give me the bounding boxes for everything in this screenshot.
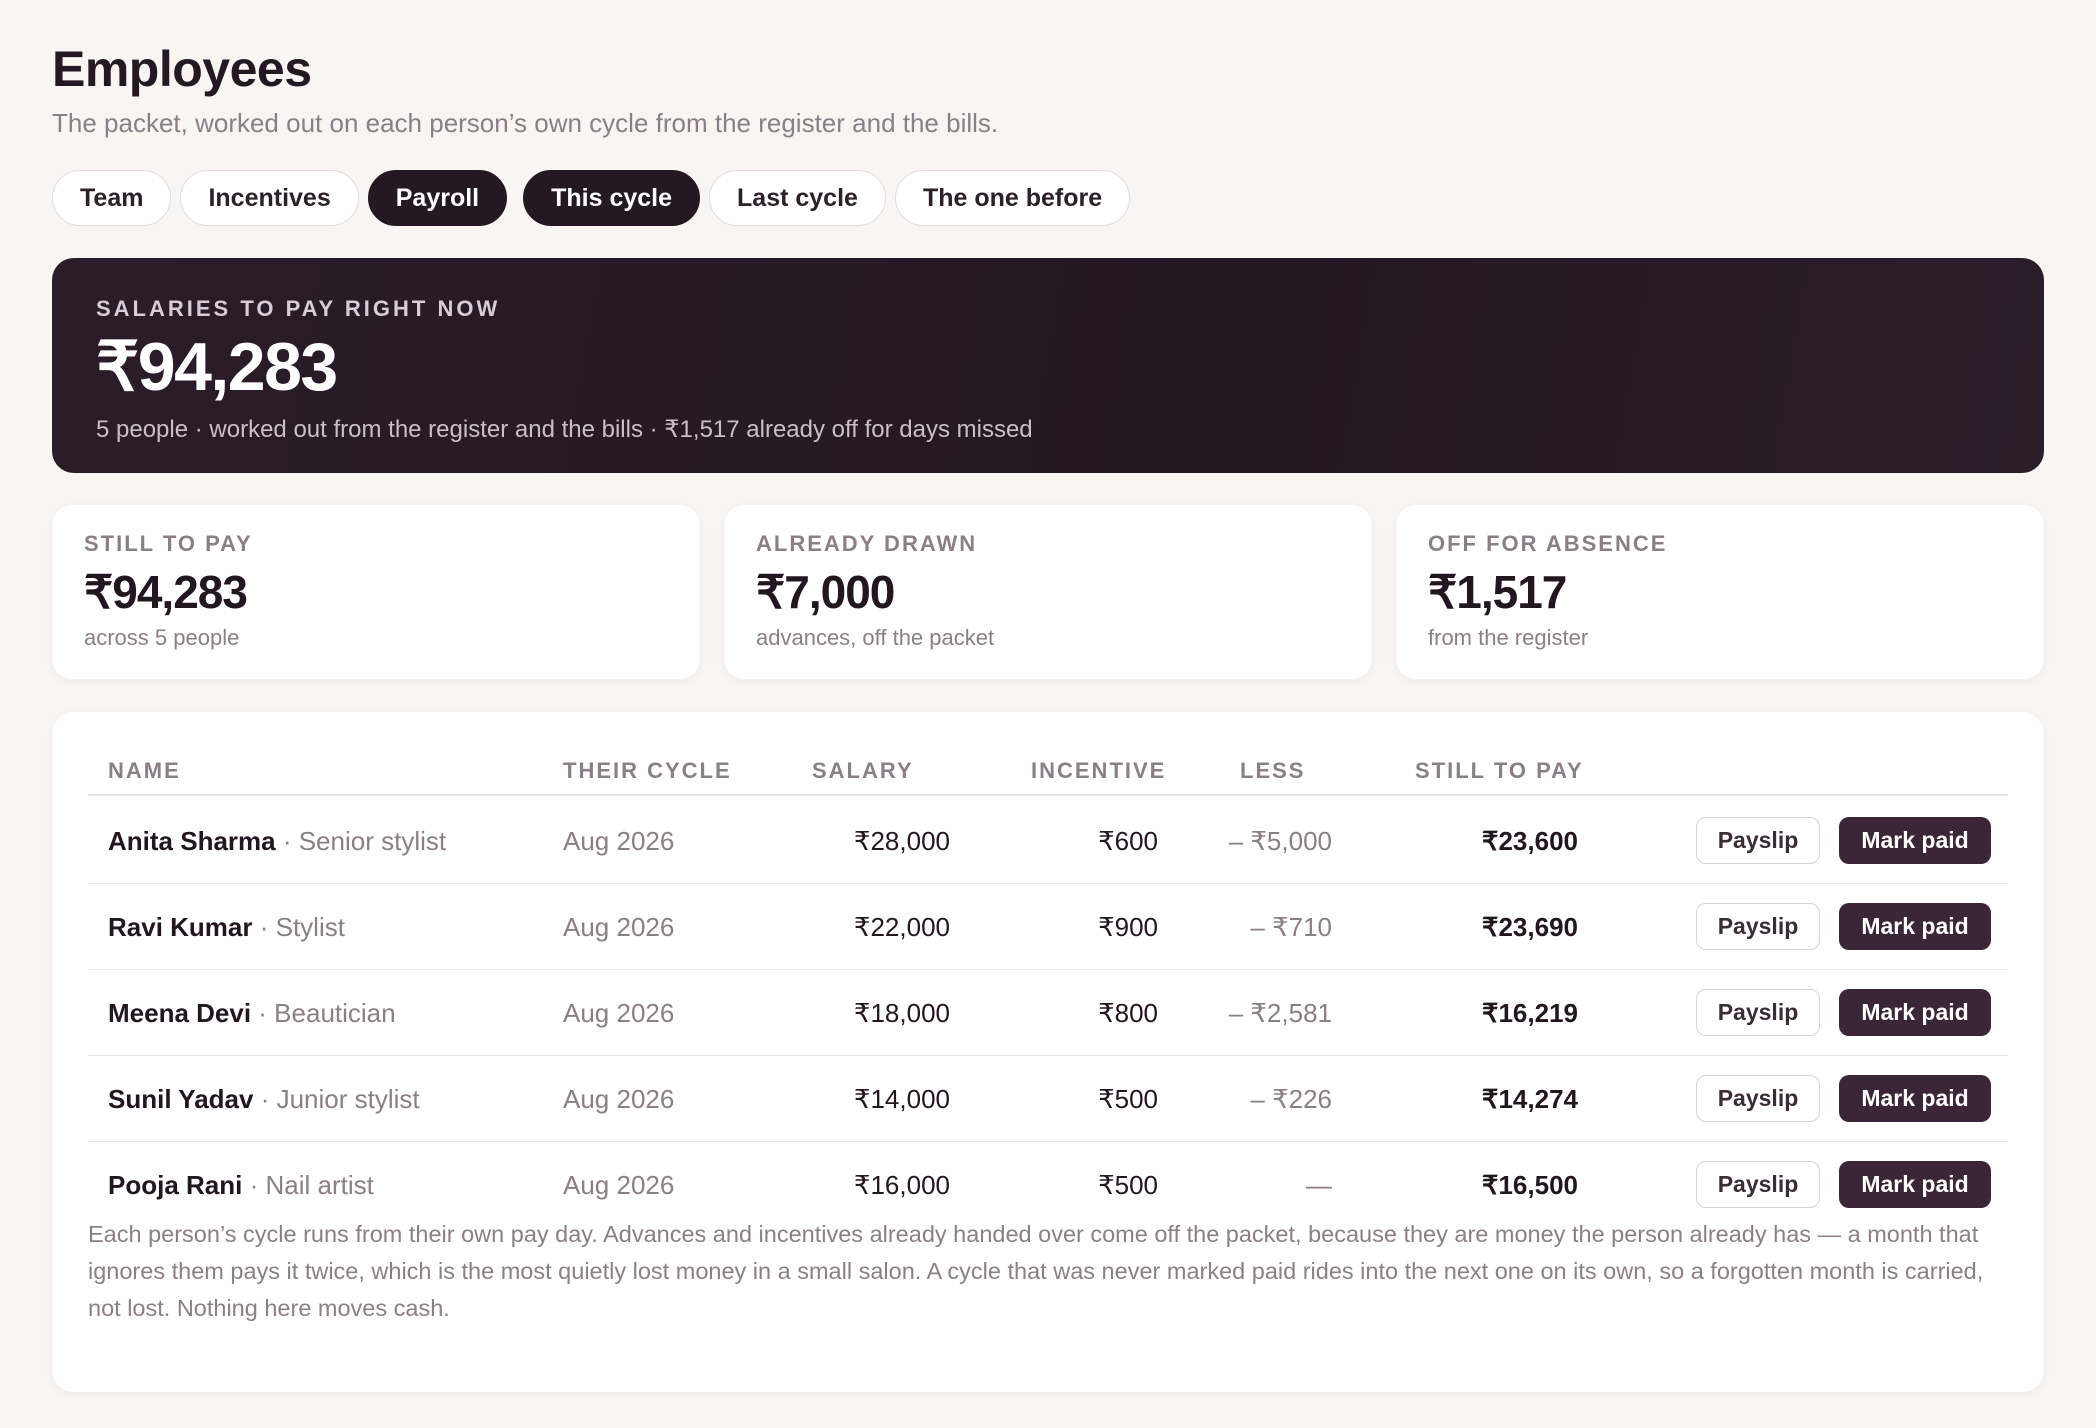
card-label: ALREADY DRAWN: [756, 531, 978, 556]
employee-salary: ₹14,000: [853, 1084, 950, 1114]
column-header-cycle: THEIR CYCLE: [563, 758, 732, 783]
card-label: OFF FOR ABSENCE: [1428, 531, 1668, 556]
employee-deduction: – ₹5,000: [1228, 826, 1332, 856]
off-for-absence-card: OFF FOR ABSENCE ₹1,517 from the register: [1396, 505, 2044, 679]
card-value: ₹7,000: [756, 566, 895, 618]
payroll-explanation-note: Each person’s cycle runs from their own …: [88, 1221, 1984, 1321]
payroll-table-panel: NAME THEIR CYCLE SALARY INCENTIVE LESS S…: [52, 712, 2044, 1392]
employee-deduction: – ₹2,581: [1228, 998, 1332, 1028]
employee-name: Meena Devi · Beautician: [108, 998, 396, 1028]
employee-cycle: Aug 2026: [563, 1084, 675, 1114]
column-header-incentive: INCENTIVE: [1031, 758, 1167, 783]
employee-cycle: Aug 2026: [563, 826, 675, 856]
employee-incentive: ₹900: [1098, 912, 1158, 942]
mark-paid-button[interactable]: Mark paid: [1839, 903, 1991, 950]
table-row: Meena Devi · Beautician Aug 2026 ₹18,000…: [88, 970, 2008, 1056]
employee-still-to-pay: ₹23,600: [1481, 826, 1578, 856]
tab-last-cycle[interactable]: Last cycle: [709, 170, 886, 226]
payslip-button[interactable]: Payslip: [1696, 903, 1820, 950]
column-header-still-to-pay: STILL TO PAY: [1415, 758, 1584, 783]
employee-still-to-pay: ₹16,219: [1481, 998, 1578, 1028]
tab-payroll[interactable]: Payroll: [367, 170, 508, 226]
banner-total: ₹94,283: [96, 329, 338, 405]
card-subtext: across 5 people: [84, 625, 240, 650]
employee-salary: ₹18,000: [853, 998, 950, 1028]
employee-name: Sunil Yadav · Junior stylist: [108, 1084, 420, 1114]
employee-name: Ravi Kumar · Stylist: [108, 912, 345, 942]
employee-role: · Beautician: [251, 998, 396, 1028]
employee-still-to-pay: ₹23,690: [1481, 912, 1578, 942]
employee-deduction: —: [1306, 1170, 1332, 1200]
salaries-summary-banner: SALARIES TO PAY RIGHT NOW ₹94,283 5 peop…: [52, 258, 2044, 473]
payslip-button[interactable]: Payslip: [1696, 1075, 1820, 1122]
mark-paid-button[interactable]: Mark paid: [1839, 817, 1991, 864]
employee-cycle: Aug 2026: [563, 1170, 675, 1200]
payslip-button[interactable]: Payslip: [1696, 989, 1820, 1036]
table-row: Ravi Kumar · Stylist Aug 2026 ₹22,000 ₹9…: [88, 884, 2008, 970]
employee-role: · Junior stylist: [253, 1084, 420, 1114]
payslip-button[interactable]: Payslip: [1696, 1161, 1820, 1208]
employee-cycle: Aug 2026: [563, 998, 675, 1028]
page-subtitle: The packet, worked out on each person’s …: [52, 108, 999, 138]
card-label: STILL TO PAY: [84, 531, 253, 556]
banner-subtext: 5 people · worked out from the register …: [96, 416, 1033, 443]
banner-label: SALARIES TO PAY RIGHT NOW: [96, 296, 501, 321]
employee-role: · Senior stylist: [275, 826, 447, 856]
employee-role: · Stylist: [252, 912, 345, 942]
employee-salary: ₹16,000: [853, 1170, 950, 1200]
card-value: ₹1,517: [1428, 566, 1567, 618]
employee-deduction: – ₹710: [1250, 912, 1332, 942]
table-header: NAME THEIR CYCLE SALARY INCENTIVE LESS S…: [88, 752, 2008, 796]
payslip-button[interactable]: Payslip: [1696, 817, 1820, 864]
still-to-pay-card: STILL TO PAY ₹94,283 across 5 people: [52, 505, 700, 679]
employee-deduction: – ₹226: [1250, 1084, 1332, 1114]
employee-still-to-pay: ₹14,274: [1481, 1084, 1578, 1114]
tab-this-cycle[interactable]: This cycle: [523, 170, 701, 226]
employee-salary: ₹28,000: [853, 826, 950, 856]
column-header-less: LESS: [1240, 758, 1306, 783]
card-subtext: advances, off the packet: [756, 625, 995, 650]
table-row: Anita Sharma · Senior stylist Aug 2026 ₹…: [88, 798, 2008, 884]
card-value: ₹94,283: [84, 566, 248, 618]
tab-team[interactable]: Team: [52, 170, 172, 226]
tab-bar: Team Incentives Payroll This cycle Last …: [52, 170, 1139, 226]
employee-name: Anita Sharma · Senior stylist: [108, 826, 447, 856]
employee-cycle: Aug 2026: [563, 912, 675, 942]
employee-role: · Nail artist: [242, 1170, 374, 1200]
column-header-name: NAME: [108, 758, 181, 783]
mark-paid-button[interactable]: Mark paid: [1839, 989, 1991, 1036]
mark-paid-button[interactable]: Mark paid: [1839, 1075, 1991, 1122]
employee-incentive: ₹500: [1098, 1084, 1158, 1114]
page-title: Employees: [52, 41, 312, 97]
tab-incentives[interactable]: Incentives: [180, 170, 359, 226]
employee-incentive: ₹800: [1098, 998, 1158, 1028]
employee-salary: ₹22,000: [853, 912, 950, 942]
card-subtext: from the register: [1428, 625, 1589, 650]
employee-incentive: ₹600: [1098, 826, 1158, 856]
mark-paid-button[interactable]: Mark paid: [1839, 1161, 1991, 1208]
employee-still-to-pay: ₹16,500: [1481, 1170, 1578, 1200]
employee-name: Pooja Rani · Nail artist: [108, 1170, 374, 1200]
column-header-salary: SALARY: [812, 758, 914, 783]
table-row: Sunil Yadav · Junior stylist Aug 2026 ₹1…: [88, 1056, 2008, 1142]
employee-incentive: ₹500: [1098, 1170, 1158, 1200]
stat-cards: STILL TO PAY ₹94,283 across 5 people ALR…: [52, 505, 2044, 679]
tab-the-one-before[interactable]: The one before: [894, 170, 1131, 226]
already-drawn-card: ALREADY DRAWN ₹7,000 advances, off the p…: [724, 505, 1372, 679]
